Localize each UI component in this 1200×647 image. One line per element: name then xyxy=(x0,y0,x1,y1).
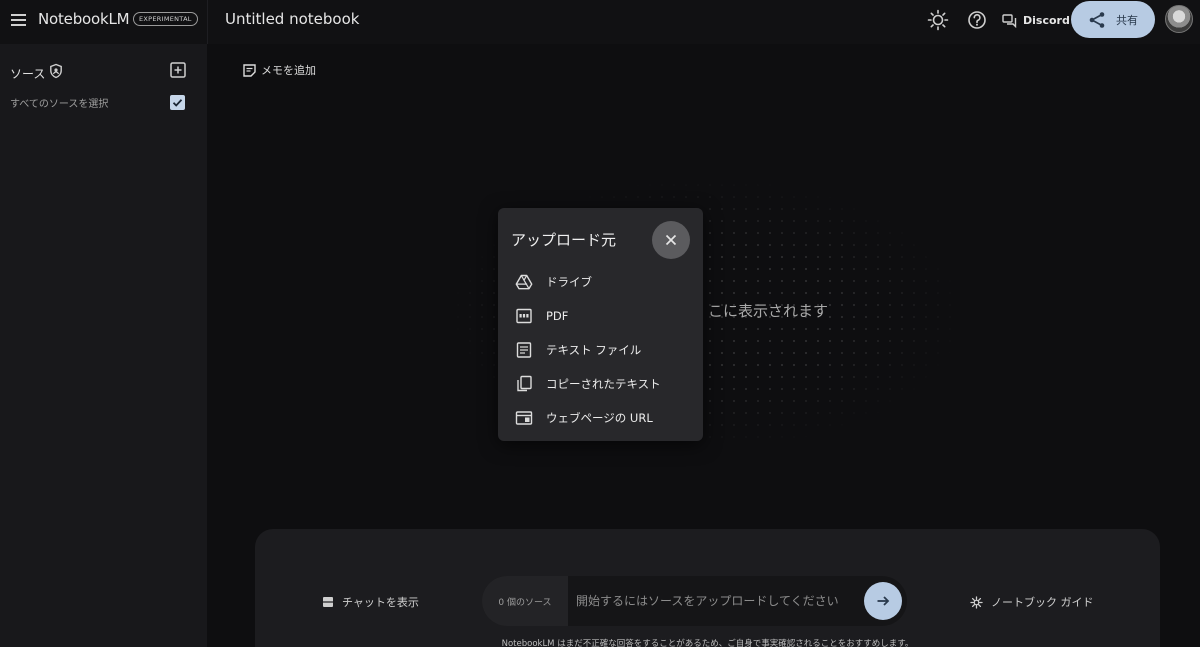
add-memo-button[interactable]: メモを追加 xyxy=(242,62,316,78)
add-memo-label: メモを追加 xyxy=(261,64,316,77)
select-all-label: すべてのソースを選択 xyxy=(10,99,109,110)
app-root: NotebookLM EXPERIMENTAL Untitled noteboo… xyxy=(0,0,1200,647)
source-count-label: 0 個のソース xyxy=(498,597,552,608)
drive-icon xyxy=(514,272,534,292)
upload-option-label: PDF xyxy=(546,309,569,323)
select-all-checkbox[interactable] xyxy=(170,95,185,110)
shield-icon[interactable] xyxy=(48,63,64,79)
add-source-icon[interactable] xyxy=(170,62,186,78)
web-icon xyxy=(514,408,534,428)
notebook-title[interactable]: Untitled notebook xyxy=(225,10,359,28)
notebook-guide-button[interactable]: ノートブック ガイド xyxy=(970,594,1094,610)
upload-menu-title: アップロード元 xyxy=(511,231,617,249)
brand-logo[interactable]: NotebookLM xyxy=(38,10,130,28)
top-bar: NotebookLM EXPERIMENTAL Untitled noteboo… xyxy=(0,0,1200,44)
upload-option-drive[interactable]: ドライブ xyxy=(514,271,592,293)
send-button[interactable] xyxy=(864,582,902,620)
query-bar: 0 個のソース xyxy=(482,576,907,626)
sparkle-icon xyxy=(970,595,983,609)
upload-option-text-file[interactable]: テキスト ファイル xyxy=(514,339,641,361)
avatar[interactable] xyxy=(1165,5,1193,33)
upload-option-label: コピーされたテキスト xyxy=(546,377,661,391)
upload-option-label: ウェブページの URL xyxy=(546,411,653,425)
chat-bubbles-icon xyxy=(1002,13,1017,28)
experimental-badge: EXPERIMENTAL xyxy=(133,12,198,26)
sources-sidebar: ソース すべてのソースを選択 xyxy=(0,44,207,647)
show-chat-button[interactable]: チャットを表示 xyxy=(322,594,419,610)
text-file-icon xyxy=(514,340,534,360)
share-button[interactable]: 共有 xyxy=(1071,1,1155,38)
note-add-icon xyxy=(243,63,256,77)
upload-option-web-url[interactable]: ウェブページの URL xyxy=(514,407,653,429)
close-icon xyxy=(665,234,677,246)
share-label: 共有 xyxy=(1116,13,1138,27)
notebook-guide-label: ノートブック ガイド xyxy=(991,596,1094,609)
disclaimer-text: NotebookLM はまだ不正確な回答をすることがあるため、ご自身で事実確認さ… xyxy=(501,639,914,647)
sources-title: ソース xyxy=(10,67,46,81)
upload-option-copied-text[interactable]: コピーされたテキスト xyxy=(514,373,661,395)
chat-panel: チャットを表示 0 個のソース 開始するにはソースをアップロードしてください ノ… xyxy=(255,529,1160,647)
upload-option-pdf[interactable]: PDF xyxy=(514,305,568,327)
share-icon xyxy=(1089,11,1105,28)
menu-icon[interactable] xyxy=(10,11,28,29)
notes-area: メモを追加 こに表示されます チャットを表示 0 個のソース 開始するにはソース… xyxy=(207,44,1200,647)
check-icon xyxy=(172,99,183,107)
discord-button[interactable]: Discord xyxy=(1002,10,1070,30)
chat-panel-icon xyxy=(323,597,333,607)
pdf-icon xyxy=(514,306,534,326)
discord-label: Discord xyxy=(1023,13,1070,27)
upload-source-menu: アップロード元 ドライブ PDF テキスト ファイル コピーされたテキスト ウェ… xyxy=(498,208,703,441)
header-divider xyxy=(207,0,208,44)
copy-icon xyxy=(514,374,534,394)
source-count-chip[interactable]: 0 個のソース xyxy=(482,576,568,626)
upload-option-label: ドライブ xyxy=(546,275,592,289)
query-input[interactable] xyxy=(574,589,861,613)
show-chat-label: チャットを表示 xyxy=(342,596,419,609)
empty-notes-message: こに表示されます xyxy=(708,302,829,320)
upload-option-label: テキスト ファイル xyxy=(546,343,642,357)
close-button[interactable] xyxy=(652,221,690,259)
help-icon[interactable] xyxy=(966,9,988,31)
theme-toggle-icon[interactable] xyxy=(927,9,949,31)
arrow-right-icon xyxy=(877,596,890,606)
